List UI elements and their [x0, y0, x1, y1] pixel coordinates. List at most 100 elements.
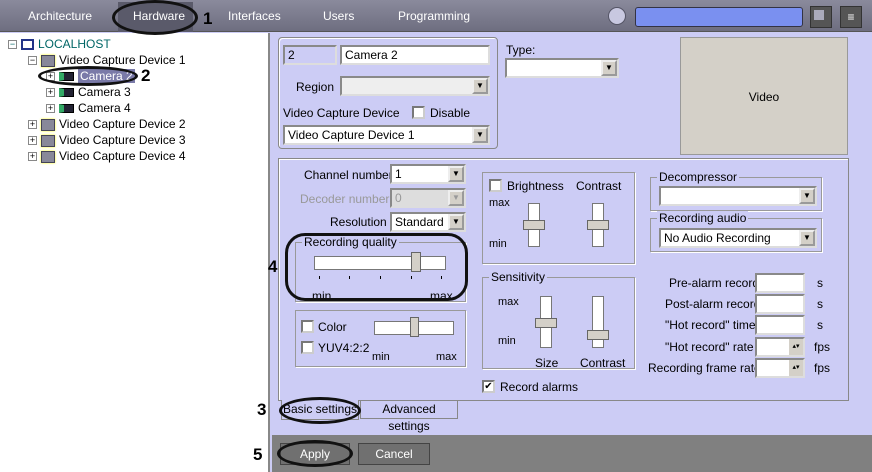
layout-grid-icon[interactable] — [810, 6, 832, 28]
slider-thumb[interactable] — [587, 220, 609, 230]
device-icon — [41, 134, 55, 147]
tab-interfaces[interactable]: Interfaces — [228, 9, 281, 23]
frame-rate-spinner[interactable]: ▴▾ — [755, 358, 805, 378]
postalarm-label: Post-alarm record — [665, 297, 761, 311]
disable-checkbox[interactable] — [412, 106, 425, 119]
decoder-select: 0 ▼ — [390, 188, 466, 208]
camera-icon — [59, 104, 74, 114]
annotation-number: 2 — [141, 66, 151, 85]
max-label: max — [498, 296, 519, 308]
sensitivity-contrast-slider[interactable] — [592, 296, 604, 348]
type-select[interactable]: ▼ — [505, 58, 619, 78]
node-label: Video Capture Device 2 — [59, 117, 186, 131]
device-icon — [41, 150, 55, 163]
chevron-down-icon: ▼ — [799, 230, 815, 246]
unit-label: fps — [814, 361, 831, 375]
sensitivity-label: Sensitivity — [489, 270, 548, 284]
min-label: min — [489, 238, 507, 250]
tree-node-device-2[interactable]: + Video Capture Device 2 — [28, 117, 186, 132]
vcd-select[interactable]: Video Capture Device 1 ▼ — [283, 125, 490, 145]
channel-label: Channel number — [304, 168, 393, 182]
tree-node-localhost[interactable]: − LOCALHOST — [8, 37, 111, 52]
search-input[interactable] — [635, 7, 803, 27]
node-label: Camera 3 — [78, 85, 131, 99]
unit-label: s — [817, 276, 823, 290]
slider-thumb[interactable] — [535, 318, 557, 328]
rec-audio-value: No Audio Recording — [664, 231, 771, 245]
chevron-down-icon: ▼ — [448, 214, 464, 230]
unit-label: fps — [814, 340, 831, 354]
hot-rate-spinner[interactable]: ▴▾ — [755, 337, 805, 357]
annotation-ellipse — [112, 0, 198, 35]
channel-value: 1 — [395, 167, 402, 181]
chevron-down-icon: ▼ — [448, 166, 464, 182]
tree-node-device-3[interactable]: + Video Capture Device 3 — [28, 133, 186, 148]
yuv-label: YUV4:2:2 — [318, 341, 370, 355]
cancel-button[interactable]: Cancel — [358, 443, 430, 465]
vcd-label: Video Capture Device — [283, 106, 400, 120]
tree-node-device-4[interactable]: + Video Capture Device 4 — [28, 149, 186, 164]
decompressor-select[interactable]: ▼ — [659, 186, 817, 206]
annotation-ellipse — [277, 440, 353, 467]
tree-node-camera-4[interactable]: + Camera 4 — [46, 101, 131, 116]
tab-architecture[interactable]: Architecture — [28, 9, 92, 23]
annotation-number: 4 — [268, 257, 278, 276]
menu-icon[interactable]: ≡ — [840, 6, 862, 28]
rec-audio-label: Recording audio — [657, 211, 749, 225]
unit-label: s — [817, 297, 823, 311]
resolution-select[interactable]: Standard ▼ — [390, 212, 466, 232]
channel-select[interactable]: 1 ▼ — [390, 164, 466, 184]
decoder-label: Decoder number — [300, 192, 390, 206]
contrast-label: Contrast — [576, 179, 622, 193]
tab-advanced-settings[interactable]: Advanced settings — [360, 401, 458, 433]
region-select[interactable]: ▼ — [340, 76, 490, 96]
resolution-label: Resolution — [330, 215, 387, 229]
video-label: Video — [748, 90, 780, 104]
device-icon — [41, 118, 55, 131]
tab-programming[interactable]: Programming — [398, 9, 470, 23]
min-label: min — [498, 335, 516, 347]
color-label: Color — [318, 320, 347, 334]
prealarm-input[interactable] — [755, 273, 805, 293]
postalarm-input[interactable] — [755, 294, 805, 314]
camera-icon — [59, 88, 74, 98]
annotation-number: 1 — [203, 9, 213, 28]
prealarm-label: Pre-alarm record — [669, 276, 760, 290]
region-label: Region — [296, 80, 335, 94]
computer-icon — [21, 39, 34, 51]
settings-hex-icon[interactable] — [608, 7, 626, 25]
node-label: Video Capture Device 1 — [59, 53, 186, 67]
disable-label: Disable — [430, 106, 471, 120]
camera-name-field[interactable]: Camera 2 — [340, 45, 490, 65]
brightness-label: Brightness — [507, 179, 564, 193]
annotation-number: 3 — [257, 400, 267, 419]
max-label: max — [489, 197, 510, 209]
tab-users[interactable]: Users — [323, 9, 354, 23]
hardware-tree: − LOCALHOST − Video Capture Device 1 + Came… — [0, 33, 270, 472]
camera-id-field[interactable]: 2 — [283, 45, 337, 65]
frame-rate-label: Recording frame rate — [648, 361, 761, 375]
recording-audio-select[interactable]: No Audio Recording ▼ — [659, 228, 817, 248]
tree-node-camera-3[interactable]: + Camera 3 — [46, 85, 131, 100]
color-checkbox[interactable] — [301, 320, 314, 333]
vcd-value: Video Capture Device 1 — [288, 128, 415, 142]
hot-time-label: "Hot record" time — [665, 318, 756, 332]
type-label: Type: — [506, 43, 536, 57]
yuv-checkbox[interactable] — [301, 341, 314, 354]
brightness-checkbox[interactable] — [489, 179, 502, 192]
chevron-down-icon: ▼ — [472, 78, 488, 94]
hot-time-input[interactable] — [755, 315, 805, 335]
annotation-number: 5 — [253, 445, 263, 464]
slider-thumb[interactable] — [587, 330, 609, 340]
node-label: LOCALHOST — [38, 37, 111, 51]
decoder-value: 0 — [395, 191, 402, 205]
chevron-down-icon: ▼ — [601, 60, 617, 76]
record-alarms-checkbox[interactable]: ✔ — [482, 380, 495, 393]
node-label: Camera 4 — [78, 101, 131, 115]
slider-thumb[interactable] — [410, 317, 419, 337]
annotation-ellipse — [279, 397, 361, 424]
slider-thumb[interactable] — [523, 220, 545, 230]
node-label: Video Capture Device 4 — [59, 149, 186, 163]
record-alarms-label: Record alarms — [500, 380, 579, 394]
annotation-ellipse — [285, 233, 468, 301]
